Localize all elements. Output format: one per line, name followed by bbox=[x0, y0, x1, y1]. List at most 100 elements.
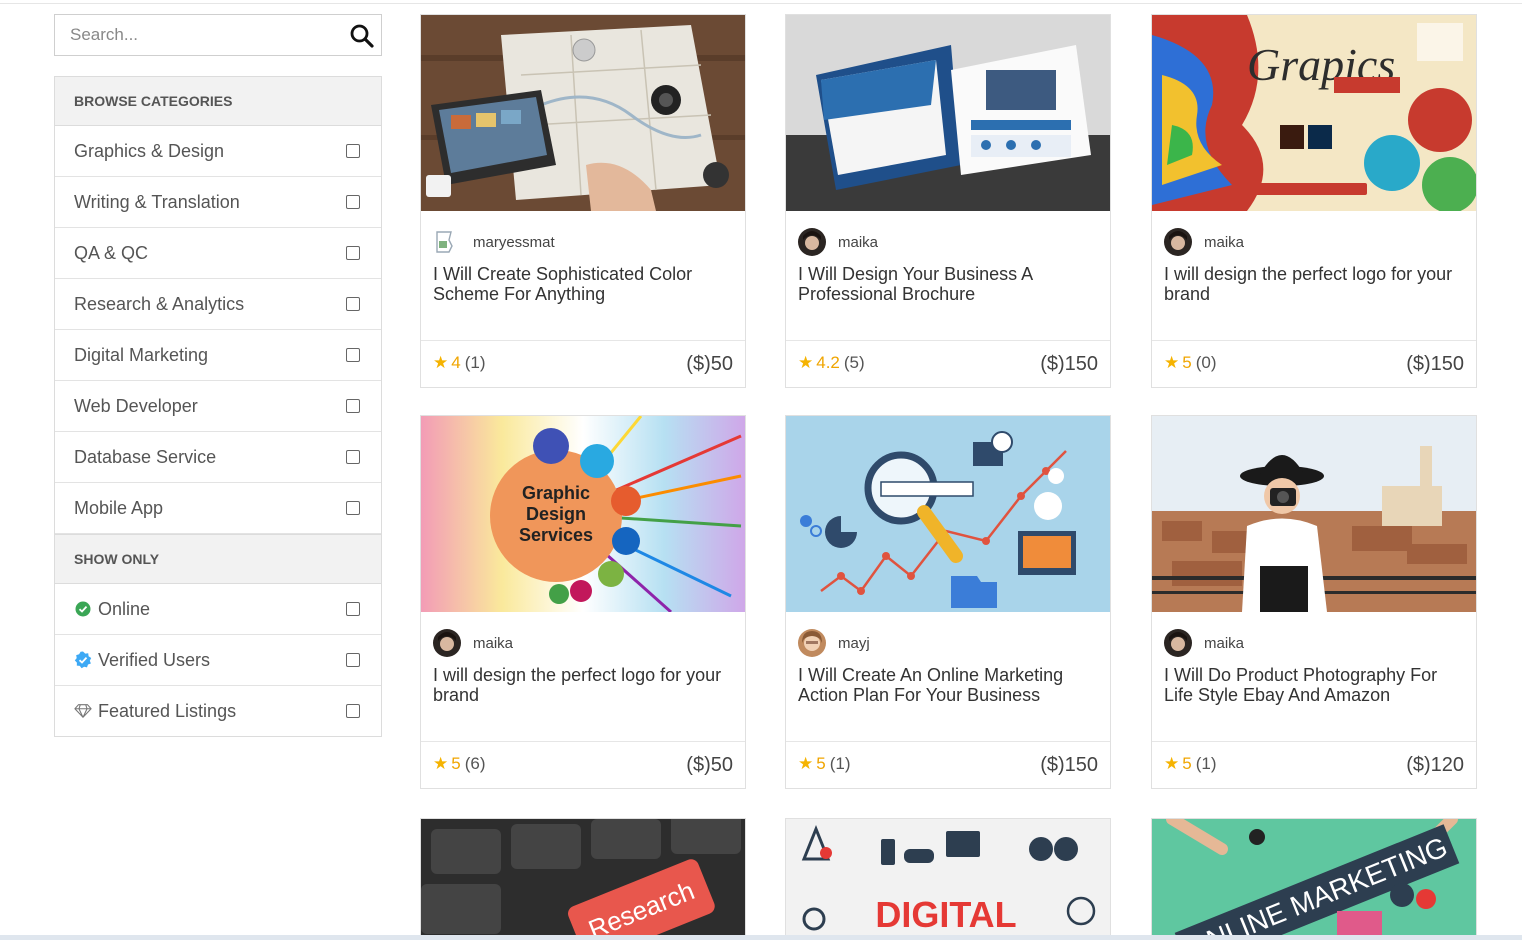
rating-count: (1) bbox=[464, 353, 486, 372]
filter-featured-listings[interactable]: Featured Listings bbox=[55, 686, 381, 736]
seller-name[interactable]: maika bbox=[1204, 635, 1244, 652]
gig-title[interactable]: I Will Do Product Photography For Life S… bbox=[1164, 665, 1464, 705]
gig-title[interactable]: I will design the perfect logo for your … bbox=[1164, 264, 1464, 304]
category-label: Mobile App bbox=[74, 497, 164, 518]
category-checkbox[interactable] bbox=[346, 195, 360, 209]
seller-info[interactable]: maika bbox=[798, 228, 878, 256]
rating: ★ 5 (1) bbox=[1164, 754, 1217, 774]
price: ($)50 bbox=[686, 754, 733, 776]
gig-title[interactable]: I will design the perfect logo for your … bbox=[433, 665, 733, 705]
gig-card[interactable]: mayj I Will Create An Online Marketing A… bbox=[785, 415, 1111, 789]
category-web-developer[interactable]: Web Developer bbox=[55, 381, 381, 432]
star-icon: ★ bbox=[798, 754, 814, 773]
gig-card[interactable]: maryessmat I Will Create Sophisticated C… bbox=[420, 14, 746, 388]
search-input[interactable] bbox=[55, 15, 365, 55]
category-label: Digital Marketing bbox=[74, 344, 209, 365]
filter-checkbox[interactable] bbox=[346, 653, 360, 667]
category-digital-marketing[interactable]: Digital Marketing bbox=[55, 330, 381, 381]
star-icon: ★ bbox=[1164, 353, 1180, 372]
diamond-icon bbox=[74, 702, 92, 720]
category-database-service[interactable]: Database Service bbox=[55, 432, 381, 483]
seller-name[interactable]: maika bbox=[1204, 234, 1244, 251]
avatar bbox=[798, 629, 826, 657]
gig-thumbnail[interactable] bbox=[786, 15, 1110, 211]
category-checkbox[interactable] bbox=[346, 501, 360, 515]
gig-title[interactable]: I Will Design Your Business A Profession… bbox=[798, 264, 1098, 304]
filter-verified-users[interactable]: Verified Users bbox=[55, 635, 381, 686]
gig-thumbnail-research[interactable]: Research bbox=[420, 818, 746, 936]
gig-thumbnail[interactable] bbox=[421, 15, 745, 211]
filter-label: Online bbox=[98, 598, 151, 619]
category-label: QA & QC bbox=[74, 242, 149, 263]
category-label: Graphics & Design bbox=[74, 140, 225, 161]
digital-heading: DIGITAL bbox=[875, 894, 1016, 935]
category-checkbox[interactable] bbox=[346, 450, 360, 464]
filter-checkbox[interactable] bbox=[346, 704, 360, 718]
gig-title[interactable]: I Will Create Sophisticated Color Scheme… bbox=[433, 264, 733, 304]
thumb-heading: Graphic Design Services bbox=[519, 483, 593, 545]
rating: ★ 5 (6) bbox=[433, 754, 486, 774]
seller-name[interactable]: maika bbox=[838, 234, 878, 251]
avatar bbox=[1164, 629, 1192, 657]
category-mobile-app[interactable]: Mobile App bbox=[55, 483, 381, 534]
avatar bbox=[433, 629, 461, 657]
gig-thumbnail[interactable] bbox=[786, 416, 1110, 612]
bottom-scroll-edge bbox=[0, 935, 1522, 940]
search-icon[interactable] bbox=[349, 23, 375, 49]
category-checkbox[interactable] bbox=[346, 399, 360, 413]
gig-card[interactable]: maika I Will Design Your Business A Prof… bbox=[785, 14, 1111, 388]
seller-info[interactable]: maika bbox=[1164, 228, 1244, 256]
gig-card[interactable]: Grapics maika I will design the perfect … bbox=[1151, 14, 1477, 388]
seller-info[interactable]: maika bbox=[433, 629, 513, 657]
rating: ★ 4.2 (5) bbox=[798, 353, 865, 373]
category-writing-translation[interactable]: Writing & Translation bbox=[55, 177, 381, 228]
gig-card[interactable]: Graphic Design Services maika I will desig… bbox=[420, 415, 746, 789]
avatar bbox=[1164, 228, 1192, 256]
category-checkbox[interactable] bbox=[346, 246, 360, 260]
category-qa-qc[interactable]: QA & QC bbox=[55, 228, 381, 279]
seller-name[interactable]: maryessmat bbox=[473, 234, 555, 251]
card-footer: ★ 5 (1) ($)150 bbox=[786, 741, 1110, 790]
category-label: Writing & Translation bbox=[74, 191, 240, 212]
category-checkbox[interactable] bbox=[346, 297, 360, 311]
verified-badge-icon bbox=[74, 651, 92, 669]
rating-count: (1) bbox=[829, 754, 851, 773]
rating-score: 5 bbox=[1182, 754, 1192, 773]
seller-info[interactable]: mayj bbox=[798, 629, 870, 657]
show-only-heading: SHOW ONLY bbox=[55, 534, 381, 584]
category-checkbox[interactable] bbox=[346, 144, 360, 158]
gig-card[interactable]: maika I Will Do Product Photography For … bbox=[1151, 415, 1477, 789]
gig-thumbnail[interactable]: Grapics bbox=[1152, 15, 1476, 211]
rating-score: 5 bbox=[1182, 353, 1192, 372]
price: ($)150 bbox=[1040, 353, 1098, 375]
rating: ★ 5 (0) bbox=[1164, 353, 1217, 373]
gig-thumbnail-digital-marketing[interactable]: DIGITAL bbox=[785, 818, 1111, 936]
avatar bbox=[798, 228, 826, 256]
category-checkbox[interactable] bbox=[346, 348, 360, 362]
filter-label: Featured Listings bbox=[98, 700, 237, 721]
category-label: Research & Analytics bbox=[74, 293, 245, 314]
filter-online[interactable]: Online bbox=[55, 584, 381, 635]
gig-thumbnail[interactable]: Graphic Design Services bbox=[421, 416, 745, 612]
seller-name[interactable]: maika bbox=[473, 635, 513, 652]
gig-thumbnail[interactable] bbox=[1152, 416, 1476, 612]
card-footer: ★ 4.2 (5) ($)150 bbox=[786, 340, 1110, 389]
gig-title[interactable]: I Will Create An Online Marketing Action… bbox=[798, 665, 1098, 705]
filter-checkbox[interactable] bbox=[346, 602, 360, 616]
sidebar: BROWSE CATEGORIES Graphics & Design Writ… bbox=[54, 14, 382, 737]
price: ($)150 bbox=[1406, 353, 1464, 375]
thumb-heading-line: Graphic bbox=[522, 483, 590, 503]
price: ($)150 bbox=[1040, 754, 1098, 776]
card-footer: ★ 5 (6) ($)50 bbox=[421, 741, 745, 790]
rating-score: 4 bbox=[451, 353, 461, 372]
category-label: Database Service bbox=[74, 446, 217, 467]
category-research-analytics[interactable]: Research & Analytics bbox=[55, 279, 381, 330]
star-icon: ★ bbox=[1164, 754, 1180, 773]
seller-name[interactable]: mayj bbox=[838, 635, 870, 652]
gig-thumbnail-online-marketing[interactable]: ONLINE MARKETING bbox=[1151, 818, 1477, 936]
seller-info[interactable]: maryessmat bbox=[433, 228, 555, 256]
top-divider bbox=[0, 3, 1522, 4]
seller-info[interactable]: maika bbox=[1164, 629, 1244, 657]
rating-score: 5 bbox=[816, 754, 826, 773]
category-graphics-design[interactable]: Graphics & Design bbox=[55, 126, 381, 177]
